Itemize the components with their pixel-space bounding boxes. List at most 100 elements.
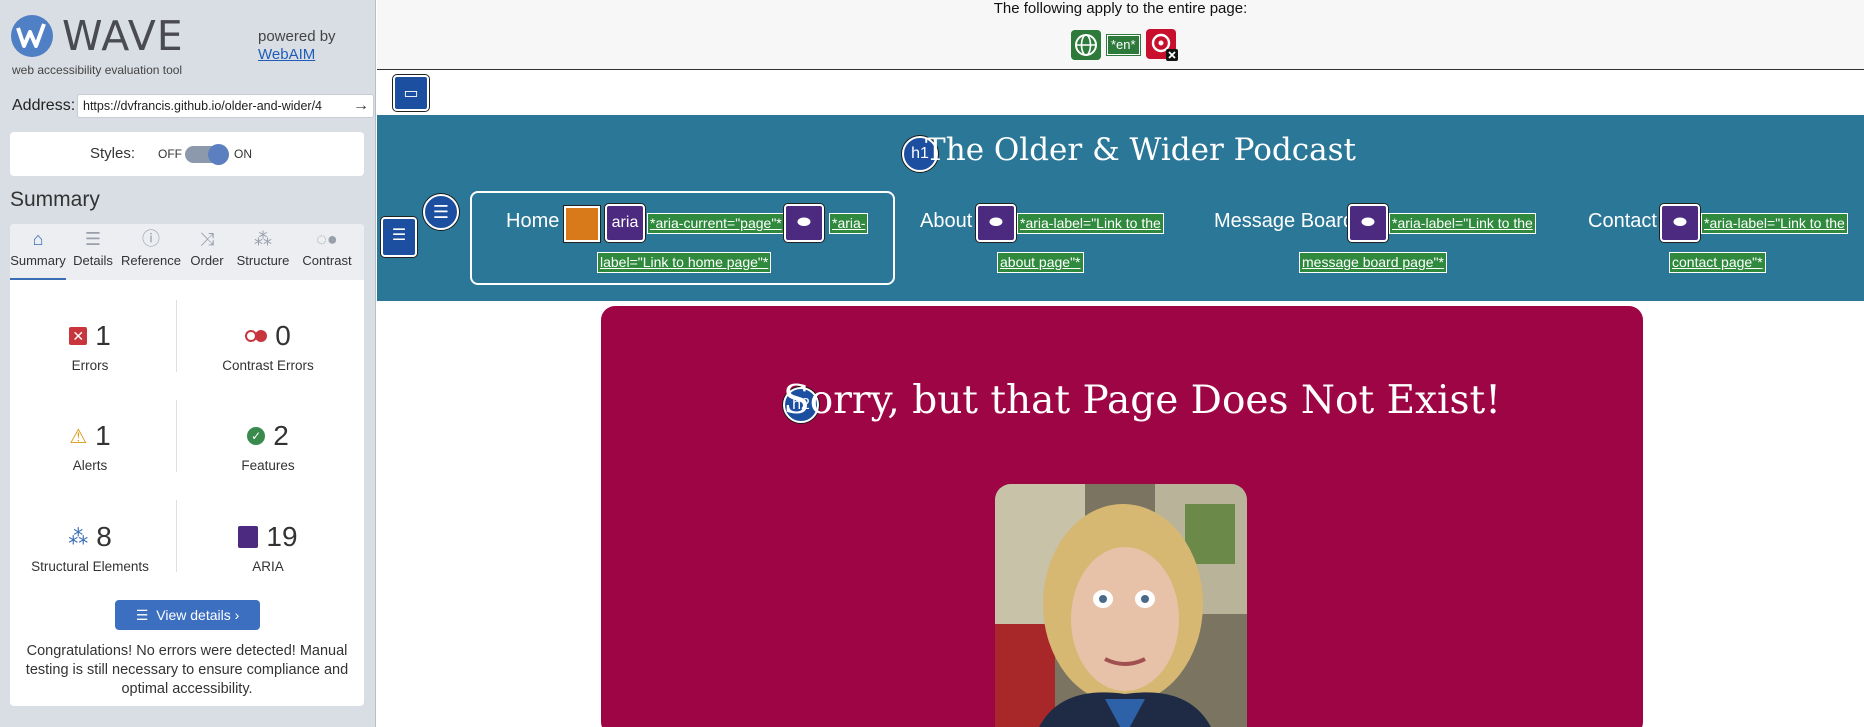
list-icon: ☰ [135, 607, 149, 623]
stat-errors: ✕ 1 Errors [10, 318, 170, 373]
aria-label-tag-icon[interactable]: ⬬ [976, 204, 1016, 242]
features-count: 2 [273, 420, 289, 451]
tab-order[interactable]: ⤨ Order [184, 224, 230, 280]
info-icon: ⓘ [142, 229, 160, 249]
navigation-icon[interactable]: ☰ [423, 194, 459, 230]
tab-bar: ⌂ Summary ☰ Details ⓘ Reference ⤨ Order … [10, 224, 364, 280]
summary-heading: Summary [10, 188, 100, 211]
aria-label-tag-icon[interactable]: ⬬ [1348, 204, 1388, 242]
aria-label-home-1: *aria- [829, 213, 869, 234]
webaim-link[interactable]: WebAIM [258, 46, 336, 64]
tab-label: Contrast [302, 253, 352, 268]
aria-label-about-2: about page"* [997, 252, 1084, 273]
aria-label-contact-1: *aria-label="Link to the [1701, 213, 1848, 234]
page-level-icons: *en* [1071, 28, 1178, 62]
home-icon: ⌂ [32, 229, 44, 249]
errors-count: 1 [95, 320, 111, 351]
powered-by-text: powered by [258, 28, 336, 45]
structural-label: Structural Elements [31, 559, 149, 574]
contrast-errors-label: Contrast Errors [222, 358, 314, 373]
page-preview: The following apply to the entire page: … [377, 0, 1864, 727]
order-icon: ⤨ [199, 229, 215, 249]
structure-icon: ⁂ [68, 526, 89, 549]
tab-label: Reference [121, 253, 181, 268]
nav-contact-link[interactable]: Contact [1588, 210, 1657, 233]
divider [176, 300, 177, 372]
aria-label-about-1: *aria-label="Link to the [1017, 213, 1164, 234]
tab-structure[interactable]: ⁂ Structure [232, 224, 294, 280]
site-title: The Older & Wider Podcast [925, 132, 1356, 168]
redundant-link-alert-icon[interactable] [564, 206, 600, 242]
page-heading: Sorry, but that Page Does Not Exist! [783, 378, 1501, 423]
tab-details[interactable]: ☰ Details [68, 224, 118, 280]
tab-label: Order [190, 253, 224, 268]
address-label: Address: [12, 97, 76, 114]
aria-label-tag-icon[interactable]: ⬬ [784, 204, 824, 242]
arrow-right-icon[interactable]: → [350, 95, 372, 117]
aria-cube-icon [238, 526, 259, 548]
styles-on-label: ON [234, 147, 252, 161]
address-input[interactable]: https://dvfrancis.github.io/older-and-wi… [77, 94, 374, 118]
tab-summary[interactable]: ⌂ Summary [10, 224, 66, 280]
divider [176, 500, 177, 572]
tab-label: Details [73, 253, 113, 268]
styles-label: Styles: [90, 145, 136, 162]
nav-message-board-link[interactable]: Message Board [1214, 210, 1354, 233]
list-structure-icon[interactable]: ☰ [381, 217, 417, 257]
summary-panel: ⌂ Summary ☰ Details ⓘ Reference ⤨ Order … [10, 224, 364, 706]
tab-label: Summary [10, 253, 66, 268]
structural-count: 8 [96, 521, 112, 552]
view-details-label: View details › [156, 607, 240, 623]
error-icon: ✕ [69, 327, 88, 345]
stat-contrast-errors: 0 Contrast Errors [188, 318, 348, 373]
language-globe-icon[interactable] [1071, 30, 1101, 60]
content-card: h2 Sorry, but that Page Does Not Exist! [601, 306, 1643, 727]
toggle-knob [208, 144, 229, 165]
styles-off-label: OFF [158, 147, 182, 161]
tab-contrast[interactable]: ◌● Contrast [296, 224, 358, 280]
refresh-alert-icon[interactable] [1145, 29, 1178, 61]
styles-toggle[interactable] [185, 144, 229, 165]
nav-home-link[interactable]: Home [506, 210, 559, 233]
nav-about-link[interactable]: About [920, 210, 972, 233]
structure-icon: ⁂ [254, 229, 272, 249]
aria-label-mb-1: *aria-label="Link to the [1389, 213, 1536, 234]
tab-reference[interactable]: ⓘ Reference [120, 224, 182, 280]
address-row: Address: https://dvfrancis.github.io/old… [12, 94, 374, 118]
errors-label: Errors [71, 358, 109, 373]
page-level-text: The following apply to the entire page: [993, 0, 1248, 17]
page-level-bar: The following apply to the entire page: … [377, 0, 1864, 70]
logo-tagline: web accessibility evaluation tool [12, 63, 183, 77]
aria-label-home-2: label="Link to home page"* [597, 252, 772, 273]
aria-label-tag-icon[interactable]: ⬬ [1660, 204, 1700, 242]
congrats-message: Congratulations! No errors were detected… [25, 643, 349, 697]
tab-label: Structure [236, 253, 290, 268]
feature-check-icon: ✓ [247, 427, 266, 445]
contrast-errors-count: 0 [275, 320, 291, 351]
wave-sidebar: WAVE web accessibility evaluation tool p… [0, 0, 376, 727]
body-strip: ▭ [377, 71, 1864, 115]
alerts-count: 1 [95, 420, 111, 451]
stat-alerts: ⚠ 1 Alerts [10, 418, 170, 473]
aria-label: ARIA [252, 559, 284, 574]
view-details-button[interactable]: ☰ View details › [115, 600, 260, 630]
list-icon: ☰ [84, 229, 102, 249]
stat-features: ✓ 2 Features [188, 418, 348, 473]
region-icon[interactable]: ▭ [393, 75, 429, 111]
contrast-icon: ◌● [316, 229, 338, 249]
aria-label-mb-2: message board page"* [1299, 252, 1447, 273]
powered-by: powered by WebAIM [258, 28, 336, 64]
stat-aria: 19 ARIA [188, 519, 348, 574]
profile-photo [995, 484, 1247, 727]
contrast-error-icon [245, 330, 268, 342]
aria-current-tag: *aria-current="page"* [647, 213, 785, 234]
wave-logo: WAVE web accessibility evaluation tool p… [10, 12, 370, 82]
aria-icon[interactable]: aria [605, 204, 645, 242]
aria-count: 19 [266, 521, 298, 552]
features-label: Features [241, 458, 295, 473]
language-tag[interactable]: *en* [1106, 34, 1141, 56]
alerts-label: Alerts [72, 458, 108, 473]
stat-structural: ⁂ 8 Structural Elements [10, 519, 170, 574]
divider [176, 400, 177, 472]
styles-toggle-card: Styles: OFF ON [10, 132, 364, 176]
